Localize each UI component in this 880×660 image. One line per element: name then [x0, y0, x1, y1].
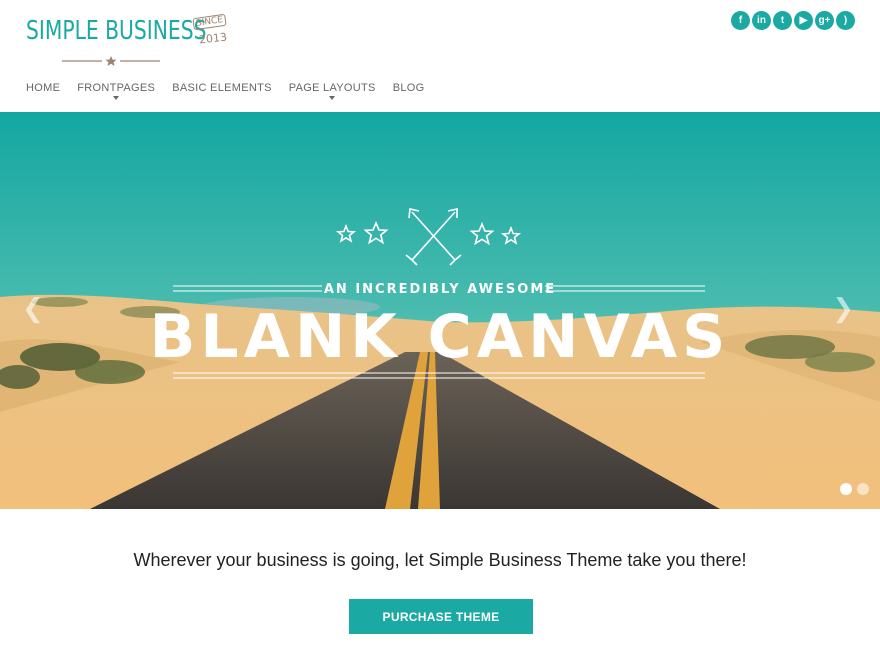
hero-headline: BLANK CANVAS [149, 302, 731, 372]
nav-item-basic-elements[interactable]: BASIC ELEMENTS [172, 82, 272, 94]
youtube-icon[interactable]: ▶ [794, 11, 813, 30]
rss-icon[interactable]: ) [836, 11, 855, 30]
caret-down-icon [113, 96, 120, 100]
twitter-icon[interactable]: t [773, 11, 792, 30]
facebook-icon[interactable]: f [731, 11, 750, 30]
slider-dot[interactable] [840, 483, 852, 495]
purchase-theme-button[interactable]: PURCHASE THEME [349, 599, 533, 634]
social-links: f in t ▶ g+) [731, 11, 855, 30]
site-logo[interactable]: Simple Business SINCE 2013 [26, 12, 228, 66]
nav-item-frontpages[interactable]: FRONTPAGES [77, 82, 156, 100]
tagline: Wherever your business is going, let Sim… [133, 550, 747, 570]
linkedin-icon[interactable]: in [752, 11, 771, 30]
main-navigation: HOME FRONTPAGES BASIC ELEMENTS PAGE LAYOUTS… [26, 82, 441, 100]
slider-pagination [840, 483, 869, 495]
logo-star-divider [62, 56, 160, 66]
nav-item-blog[interactable]: BLOG [393, 82, 425, 94]
nav-item-label: BLOG [392, 82, 425, 94]
nav-item-label: FRONTPAGES [77, 82, 156, 94]
slider-next-icon[interactable]: ❯ [832, 294, 854, 324]
slider-dot[interactable] [857, 483, 869, 495]
nav-item-label: PAGE LAYOUTS [288, 82, 376, 94]
nav-item-label: HOME [26, 82, 61, 94]
logo-since-label: SINCE [192, 13, 227, 31]
slider-prev-icon[interactable]: ❮ [22, 294, 44, 324]
nav-item-page-layouts[interactable]: PAGE LAYOUTS [288, 82, 376, 100]
nav-item-home[interactable]: HOME [26, 82, 60, 94]
site-header: Simple Business SINCE 2013 f in t ▶ g+) HOME… [0, 0, 880, 112]
logo-wordmark: Simple Business [26, 16, 207, 46]
logo-since-badge: SINCE 2013 [192, 13, 228, 54]
nav-item-label: BASIC ELEMENTS [172, 82, 272, 94]
hero-eyebrow: AN INCREDIBLY AWESOME [323, 282, 557, 297]
logo-since-year: 2013 [198, 30, 228, 47]
hero-slider: AN INCREDIBLY AWESOME BLANK CANVAS ❮ ❯ [0, 112, 880, 509]
caret-down-icon [329, 96, 336, 100]
google-plus-icon[interactable]: g+ [815, 11, 834, 30]
